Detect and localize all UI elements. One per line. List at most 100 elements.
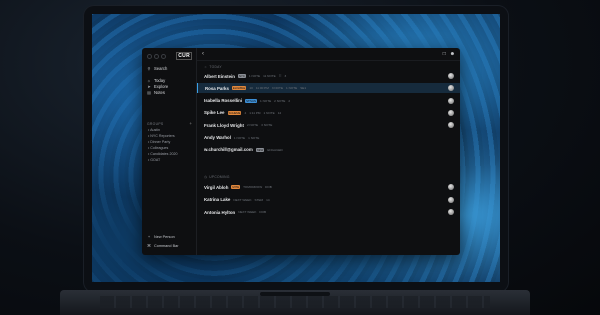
row-meta: 1:11 PM: [249, 110, 261, 115]
main-pane: ‹ □ ☻ ☼ TODAY ◷ UPCOMING Albert Einstein…: [197, 48, 460, 255]
zoom-window-button[interactable]: [161, 54, 166, 59]
person-row[interactable]: Antonia Hylton NEXT WEEK DOB: [197, 207, 460, 217]
person-row[interactable]: Katrina Lake NEXT WEEK STEM 14: [197, 195, 460, 205]
chat-icon[interactable]: □: [443, 51, 446, 57]
row-meta: NEXT WEEK: [233, 197, 252, 202]
desktop-wallpaper: CUR ⚲ Search ☼ Today ➤ Explore ▤ Notes G…: [92, 14, 500, 282]
person-row[interactable]: Andy Warhol 1 NOTE 1 NOTE: [197, 133, 460, 143]
person-name: Antonia Hylton: [204, 209, 236, 215]
person-name: Spike Lee: [204, 110, 225, 116]
minimize-window-button[interactable]: [154, 54, 159, 59]
row-meta: 2 NOTE: [274, 98, 286, 103]
avatar: [448, 109, 454, 116]
back-chevron-icon[interactable]: ‹: [202, 51, 204, 57]
row-meta: 14: [266, 197, 270, 202]
row-meta: SE1: [300, 86, 307, 91]
row-meta: DOB: [265, 185, 272, 189]
row-meta: ☷: [278, 74, 282, 78]
section-upcoming: ◷ UPCOMING: [204, 175, 230, 179]
person-row[interactable]: Virgil Abloh MITE TOMORROW DOB: [197, 182, 460, 192]
row-meta: DOB: [259, 210, 267, 214]
row-meta: 3 NOTE: [261, 123, 273, 128]
group-item[interactable]: • Colleagues: [148, 146, 168, 150]
person-row[interactable]: Frank Lloyd Wright 2 NOTE 3 NOTE: [197, 120, 460, 130]
command-bar-button[interactable]: ⌘ Command Bar: [147, 243, 179, 249]
search-label: Search: [154, 66, 168, 71]
row-meta: 11 NOTE: [263, 74, 276, 78]
group-label: Austin: [150, 128, 161, 132]
row-meta: 1 NOTE: [233, 135, 246, 140]
avatar: [448, 196, 454, 203]
sun-icon: ☼: [147, 77, 151, 83]
person-icon[interactable]: ☻: [450, 51, 455, 57]
sidebar-item-explore[interactable]: ➤ Explore: [147, 84, 168, 89]
command-icon: ⌘: [147, 243, 151, 248]
person-row[interactable]: Isabella Rossellini STIVAN 1 NOTE 2 NOTE 2: [197, 96, 460, 106]
tag-badge: NYC: [237, 74, 246, 78]
sidebar-item-notes[interactable]: ▤ Notes: [147, 90, 165, 95]
tag-badge: NEW: [255, 147, 265, 152]
calendar-small-icon: ◷: [204, 175, 208, 179]
group-label: Colleagues: [150, 146, 169, 150]
person-row[interactable]: Rosa Parks ELIGIBLE 10 11:00 PM 3 NOTE 1 NOTE…: [197, 83, 460, 94]
row-meta: 2 NOTE: [246, 123, 259, 128]
person-name: Andy Warhol: [204, 135, 231, 140]
new-person-button[interactable]: + New Person: [147, 234, 175, 240]
row-meta: 4: [244, 110, 247, 115]
avatar: [448, 122, 454, 129]
tag-badge: SCHEME: [227, 110, 242, 115]
person-row[interactable]: Spike Lee SCHEME 4 1:11 PM 1 NOTE 14: [197, 108, 460, 118]
person-name: Isabella Rossellini: [204, 98, 243, 104]
sidebar-item-label: Today: [154, 78, 166, 83]
section-label: UPCOMING: [209, 175, 230, 179]
sidebar: CUR ⚲ Search ☼ Today ➤ Explore ▤ Notes G…: [142, 48, 197, 255]
row-meta: 14: [277, 110, 282, 115]
crm-app-window: CUR ⚲ Search ☼ Today ➤ Explore ▤ Notes G…: [142, 48, 460, 255]
tag-badge: MITE: [231, 185, 241, 189]
avatar: [448, 184, 454, 190]
add-group-button[interactable]: +: [189, 121, 192, 126]
plus-icon: +: [147, 234, 151, 239]
row-meta: 2: [288, 98, 291, 103]
sidebar-item-label: Notes: [154, 90, 165, 95]
window-controls: [147, 54, 166, 59]
person-name: w.churchill@gmail.com: [204, 147, 253, 153]
row-meta: STEM: [254, 197, 264, 202]
group-item[interactable]: • NYC Reporters: [148, 134, 175, 138]
row-meta: 11:00 PM: [255, 86, 269, 91]
row-meta: 10: [249, 86, 253, 91]
row-meta: 1 NOTE: [263, 110, 275, 115]
group-label: Candidates 2020: [150, 152, 178, 156]
group-item[interactable]: • Candidates 2020: [148, 152, 177, 156]
sidebar-search[interactable]: ⚲ Search: [147, 66, 168, 71]
person-row[interactable]: Albert Einstein NYC 1 NOTE 11 NOTE ☷ 3: [197, 71, 460, 81]
group-item[interactable]: • GOAT: [148, 158, 160, 162]
row-meta: 1 NOTE: [248, 74, 261, 78]
row-meta: 3 NOTE: [271, 86, 284, 91]
close-window-button[interactable]: [147, 54, 152, 59]
group-item[interactable]: • Dinner Party: [148, 140, 170, 144]
tag-badge: ELIGIBLE: [231, 86, 247, 91]
command-bar-label: Command Bar: [154, 244, 179, 248]
person-name: Katrina Lake: [204, 197, 231, 202]
person-name: Rosa Parks: [205, 85, 229, 91]
new-person-label: New Person: [154, 235, 175, 239]
row-meta: 1 NOTE: [248, 135, 260, 140]
person-row[interactable]: w.churchill@gmail.com NEW ENGAGED: [197, 145, 460, 155]
section-today: ☼ TODAY: [204, 65, 222, 69]
compass-icon: ➤: [147, 83, 151, 89]
group-label: GOAT: [150, 158, 161, 162]
note-icon: ▤: [147, 89, 151, 95]
group-item[interactable]: • Austin: [148, 128, 160, 132]
brand-logo: CUR: [176, 52, 192, 60]
groups-header: GROUPS: [147, 122, 164, 126]
person-name: Virgil Abloh: [204, 184, 229, 190]
tag-badge: STIVAN: [245, 98, 257, 103]
sidebar-item-today[interactable]: ☼ Today: [147, 78, 165, 83]
section-label: TODAY: [209, 65, 222, 69]
person-name: Albert Einstein: [204, 73, 235, 79]
row-meta: 1 NOTE: [286, 86, 298, 91]
group-label: Dinner Party: [150, 140, 171, 144]
row-meta: NEXT WEEK: [238, 210, 257, 214]
top-bar: ‹ □ ☻: [197, 48, 460, 61]
